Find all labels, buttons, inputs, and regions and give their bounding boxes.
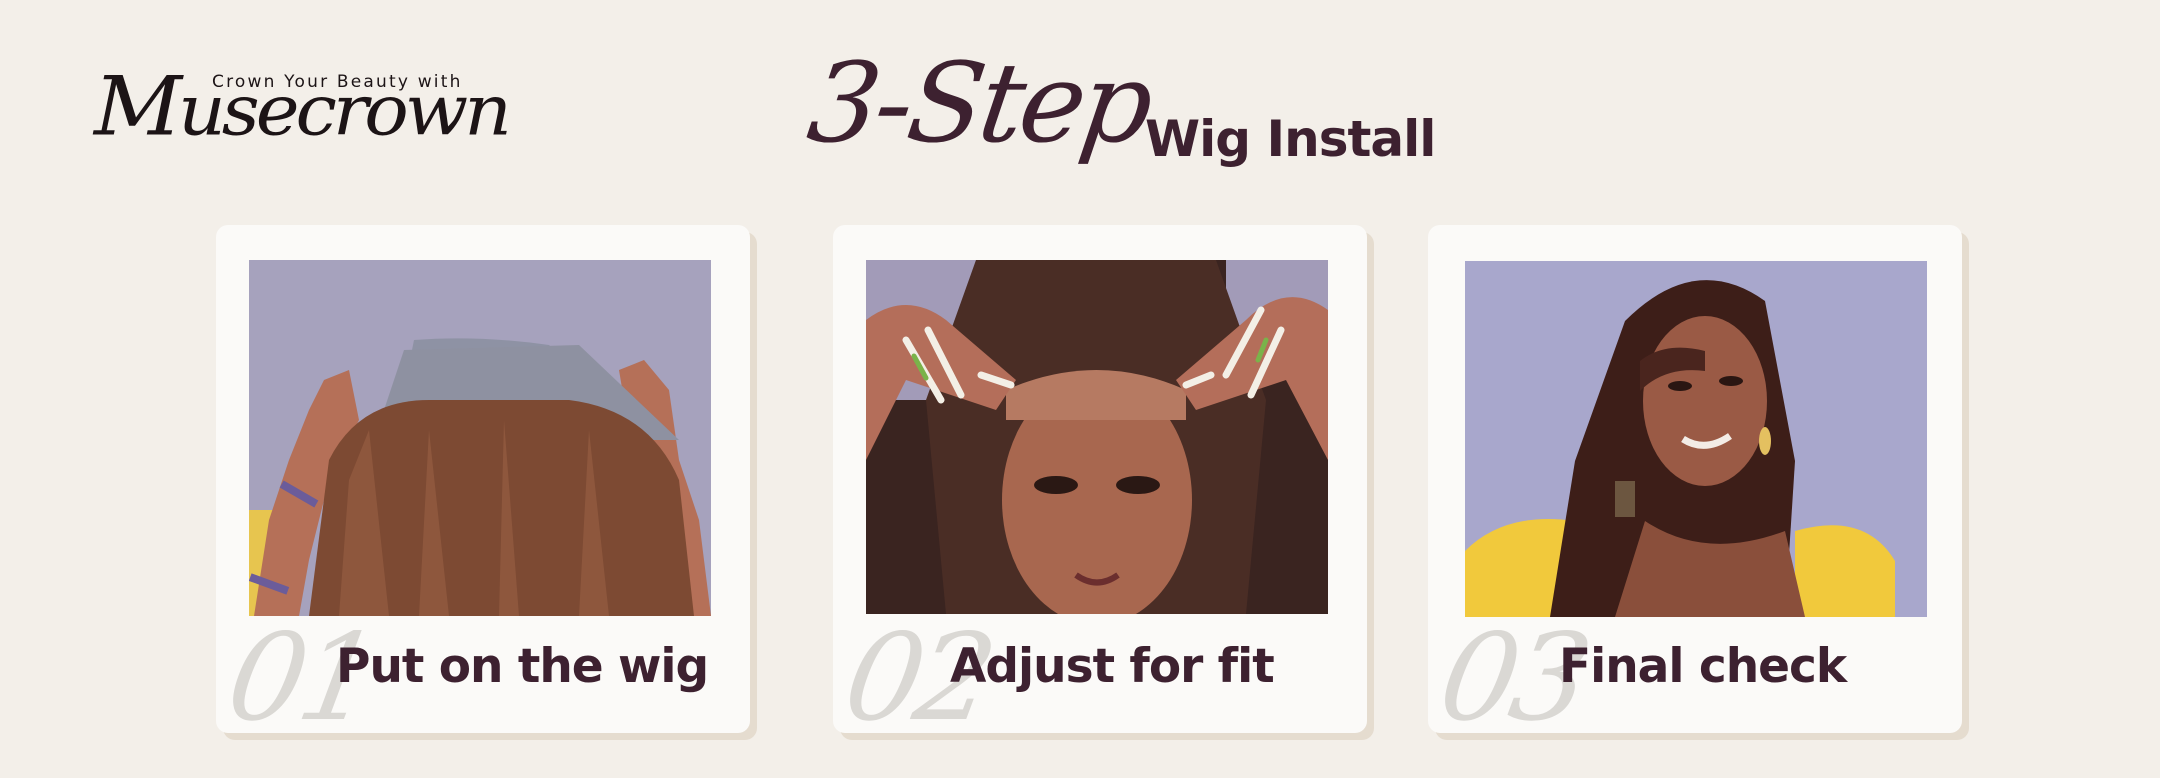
headline-subtitle: Wig Install: [1145, 110, 1436, 168]
page-headline: 3-Step Wig Install: [801, 39, 1436, 218]
brand-name: Musecrown: [94, 59, 512, 155]
step-card-2: 02 Adjust for fit: [833, 225, 1367, 748]
step-card-1: 01 Put on the wig: [216, 225, 750, 748]
step-label-1: Put on the wig: [336, 639, 709, 694]
step-card-3: 03 Final check: [1428, 225, 1962, 748]
brand-logo: Crown Your Beauty with Musecrown: [94, 66, 512, 146]
wig-final-photo-icon: [1465, 261, 1927, 617]
step-label-2: Adjust for fit: [950, 639, 1275, 694]
wig-back-photo-icon: [249, 260, 711, 616]
headline-script: 3-Step: [801, 39, 1158, 167]
wig-adjust-photo-icon: [866, 260, 1328, 614]
step-label-3: Final check: [1559, 639, 1847, 694]
